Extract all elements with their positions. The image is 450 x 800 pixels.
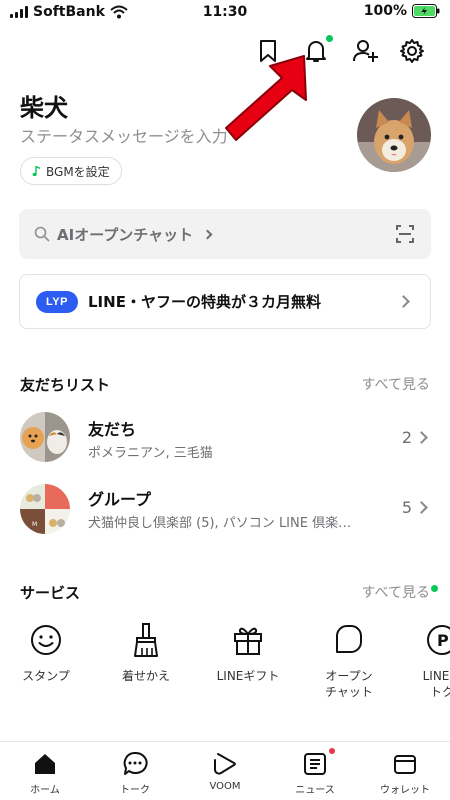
battery-percent: 100%: [363, 3, 407, 19]
line-coupon-icon: P: [427, 625, 450, 655]
groups-row-title: グループ: [88, 490, 152, 509]
service-label: オープン チャット: [325, 669, 373, 699]
service-label: LINEか トク: [422, 669, 450, 699]
tab-voom[interactable]: VOOM: [180, 750, 270, 792]
friends-row-title: 友だち: [88, 420, 137, 439]
tab-label: トーク: [120, 785, 150, 796]
groups-row-subtitle: 犬猫仲良し倶楽部 (5), パソコン LINE 倶楽…: [88, 516, 352, 531]
service-gift[interactable]: LINEギフト: [206, 620, 290, 684]
banner-text: LINE・ヤフーの特典が３カ月無料: [88, 293, 321, 311]
tab-label: ニュース: [295, 785, 335, 796]
services-new-dot: [431, 585, 438, 592]
groups-row[interactable]: M グループ 犬猫仲良し倶楽部 (5), パソコン LINE 倶楽… 5: [0, 478, 450, 538]
red-arrow-annotation: [225, 55, 307, 141]
status-message[interactable]: ステータスメッセージを入力: [20, 123, 228, 147]
smiley-icon: [31, 625, 61, 655]
tab-bar: ホーム トーク VOOM ニュース ウォレット: [0, 741, 450, 800]
brush-icon: [134, 623, 158, 657]
tab-news[interactable]: ニュース: [270, 748, 360, 796]
svg-text:M: M: [32, 521, 37, 528]
gear-icon[interactable]: [397, 36, 427, 66]
gift-icon: [234, 627, 262, 655]
bgm-label: BGMを設定: [46, 164, 110, 179]
tab-label: ウォレット: [380, 785, 430, 796]
chevron-right-icon: [415, 501, 428, 514]
open-chat-icon: [336, 625, 362, 653]
friends-row-subtitle: ポメラニアン, 三毛猫: [88, 446, 213, 461]
avatar[interactable]: [357, 98, 431, 172]
services-row: スタンプ 着せかえ LINEギフト オープン チャット P LINEか トク: [0, 620, 450, 710]
service-theme[interactable]: 着せかえ: [104, 620, 188, 684]
music-note-icon: [32, 166, 40, 177]
bgm-button[interactable]: BGMを設定: [20, 157, 122, 185]
tab-wallet[interactable]: ウォレット: [360, 750, 450, 796]
news-icon: [304, 753, 326, 775]
service-label: LINEギフト: [216, 669, 280, 683]
notification-dot: [326, 35, 333, 42]
friends-section-title: 友だちリスト: [20, 376, 111, 394]
chevron-right-icon: [202, 229, 213, 239]
status-right: 100%: [364, 3, 440, 19]
groups-count: 5: [401, 498, 412, 517]
status-bar: SoftBank 11:30 100%: [0, 0, 450, 26]
scan-icon[interactable]: [395, 224, 415, 244]
chevron-right-icon: [397, 295, 410, 308]
search-bar[interactable]: AIオープンチャット: [19, 209, 431, 259]
chat-icon: [123, 751, 148, 775]
service-label: スタンプ: [22, 669, 70, 683]
services-section-title: サービス: [20, 584, 81, 602]
friends-avatar: [20, 412, 70, 462]
friends-see-all-link[interactable]: すべて見る: [362, 374, 430, 394]
service-line-coupon[interactable]: P LINEか トク: [400, 620, 450, 700]
service-label: 着せかえ: [121, 669, 170, 683]
notification-dot: [329, 748, 335, 754]
tab-label: VOOM: [209, 781, 241, 792]
search-label: AIオープンチャット: [57, 225, 194, 244]
friends-row[interactable]: 友だち ポメラニアン, 三毛猫 2: [0, 408, 450, 468]
chevron-right-icon: [415, 431, 428, 444]
service-open-chat[interactable]: オープン チャット: [307, 620, 391, 700]
promo-banner[interactable]: LYP LINE・ヤフーの特典が３カ月無料: [19, 274, 431, 329]
lyp-badge: LYP: [36, 290, 78, 313]
services-see-all-link[interactable]: すべて見る: [362, 582, 430, 602]
tab-label: ホーム: [30, 785, 60, 796]
profile-name[interactable]: 柴犬: [20, 88, 68, 123]
groups-avatar: M: [20, 484, 70, 534]
svg-text:P: P: [437, 631, 449, 650]
search-icon: [34, 226, 50, 242]
home-icon: [35, 754, 55, 774]
tab-chat[interactable]: トーク: [90, 750, 180, 796]
wallet-icon: [394, 755, 416, 774]
tab-home[interactable]: ホーム: [0, 750, 90, 796]
add-friend-icon[interactable]: [351, 36, 381, 66]
service-sticker[interactable]: スタンプ: [4, 620, 88, 684]
battery-icon: [412, 4, 440, 18]
friends-count: 2: [401, 428, 412, 447]
voom-icon: [214, 753, 236, 775]
